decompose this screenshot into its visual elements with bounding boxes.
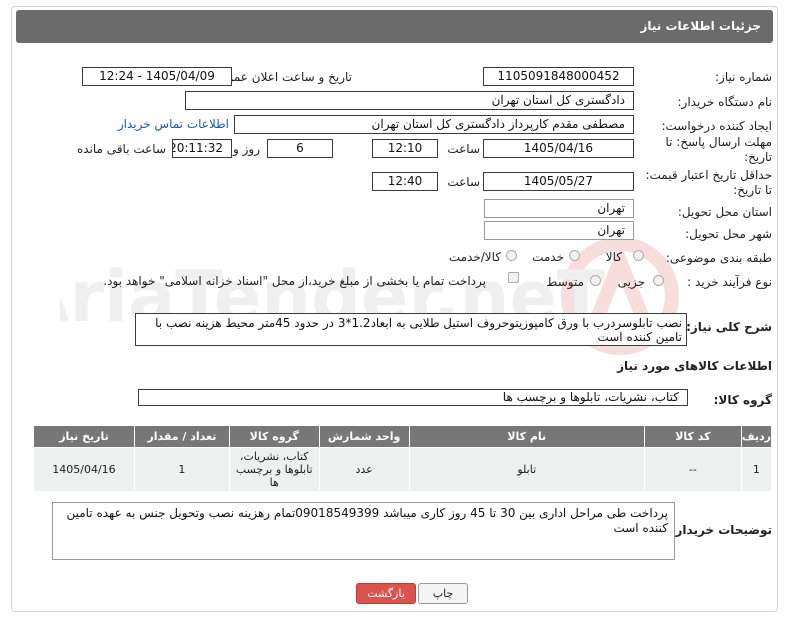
response-date-field: 1405/04/16 [483, 139, 634, 158]
announce-datetime-field: 1405/04/09 - 12:24 [82, 67, 232, 86]
goods-group-label: گروه کالا: [713, 393, 772, 407]
buyer-notes-field: پرداخت طی مراحل اداری بین 30 تا 45 روز ک… [52, 502, 675, 560]
price-validity-date-field: 1405/05/27 [483, 172, 634, 191]
requester-label: ایجاد کننده درخواست: [661, 119, 772, 133]
category-radio-goods[interactable] [633, 250, 644, 261]
cell-group: کتاب، نشریات، تابلوها و برچسب ها [228, 447, 320, 492]
delivery-city-field: تهران [484, 221, 634, 240]
col-unit: واحد شمارش [318, 425, 410, 448]
purchase-type-option-medium: متوسط [546, 275, 584, 289]
delivery-province-field: تهران [484, 199, 634, 218]
goods-section-title: اطلاعات کالاهای مورد نیاز [617, 359, 772, 373]
price-validity-label-2: تا تاریخ: [733, 183, 772, 197]
cell-unit: عدد [318, 447, 410, 492]
days-label: روز و [233, 142, 260, 156]
response-deadline-label-2: تاریخ: [744, 150, 772, 164]
purchase-type-option-minor: جزیی [617, 275, 645, 289]
cell-row: 1 [740, 447, 773, 492]
col-qty: تعداد / مقدار [133, 425, 230, 448]
response-deadline-label: مهلت ارسال پاسخ: تا [665, 135, 772, 149]
description-field: نصب تابلوسردرب با ورق کامپوزیتوحروف استی… [135, 313, 687, 346]
goods-group-field: کتاب، نشریات، تابلوها و برچسب ها [138, 389, 688, 406]
remaining-time-label: ساعت باقی مانده [76, 142, 166, 156]
page-header: جزئیات اطلاعات نیاز [16, 10, 773, 43]
category-option-goods-service: کالا/خدمت [448, 250, 501, 264]
print-button[interactable]: چاپ [418, 583, 468, 604]
response-time-label: ساعت [447, 142, 480, 156]
col-name: نام کالا [408, 425, 645, 448]
cell-name: تابلو [408, 447, 645, 492]
table-row: 1 -- تابلو عدد کتاب، نشریات، تابلوها و ب… [33, 447, 773, 492]
purchase-type-label: نوع فرآیند خرید : [687, 275, 772, 289]
price-validity-time-field: 12:40 [372, 172, 438, 191]
col-group: گروه کالا [228, 425, 320, 448]
page-title: جزئیات اطلاعات نیاز [640, 19, 761, 33]
description-label: شرح کلی نیاز: [686, 320, 772, 334]
category-option-service: خدمت [532, 250, 564, 264]
goods-table: ردیف کد کالا نام کالا واحد شمارش گروه کا… [33, 425, 773, 492]
goods-table-header: ردیف کد کالا نام کالا واحد شمارش گروه کا… [33, 425, 773, 448]
price-validity-label: حداقل تاریخ اعتبار قیمت: [645, 168, 772, 182]
cell-qty: 1 [133, 447, 230, 492]
col-date: تاریخ نیاز [33, 425, 135, 448]
cell-code: -- [643, 447, 742, 492]
purchase-type-radio-medium[interactable] [590, 275, 601, 286]
buyer-org-label: نام دستگاه خریدار: [677, 95, 773, 109]
treasury-note: پرداخت تمام یا بخشی از مبلغ خرید،از محل … [103, 274, 486, 288]
category-option-goods: کالا [605, 250, 622, 264]
col-row: ردیف [740, 425, 773, 448]
category-radio-goods-service[interactable] [506, 250, 517, 261]
col-code: کد کالا [643, 425, 742, 448]
remaining-days-field: 6 [267, 139, 333, 158]
need-number-field: 1105091848000452 [483, 67, 634, 86]
delivery-city-label: شهر محل تحویل: [685, 227, 772, 241]
buyer-contact-link[interactable]: اطلاعات تماس خریدار [118, 117, 229, 131]
need-number-label: شماره نیاز: [715, 70, 772, 84]
buyer-notes-label: توضیحات خریدار: [670, 523, 772, 537]
buyer-org-field: دادگستری کل استان تهران [185, 91, 634, 110]
cell-date: 1405/04/16 [33, 447, 135, 492]
back-button[interactable]: بازگشت [356, 583, 416, 604]
category-label: طبقه بندی موضوعی: [665, 251, 772, 265]
delivery-province-label: استان محل تحویل: [677, 205, 772, 219]
category-radio-service[interactable] [569, 250, 580, 261]
response-time-field: 12:10 [372, 139, 438, 158]
treasury-checkbox[interactable] [508, 272, 519, 283]
price-validity-time-label: ساعت [447, 175, 480, 189]
purchase-type-radio-minor[interactable] [653, 275, 664, 286]
remaining-time-field: 20:11:32 [172, 139, 232, 158]
requester-field: مصطفی مقدم کارپرداز دادگستری کل استان ته… [234, 115, 634, 134]
